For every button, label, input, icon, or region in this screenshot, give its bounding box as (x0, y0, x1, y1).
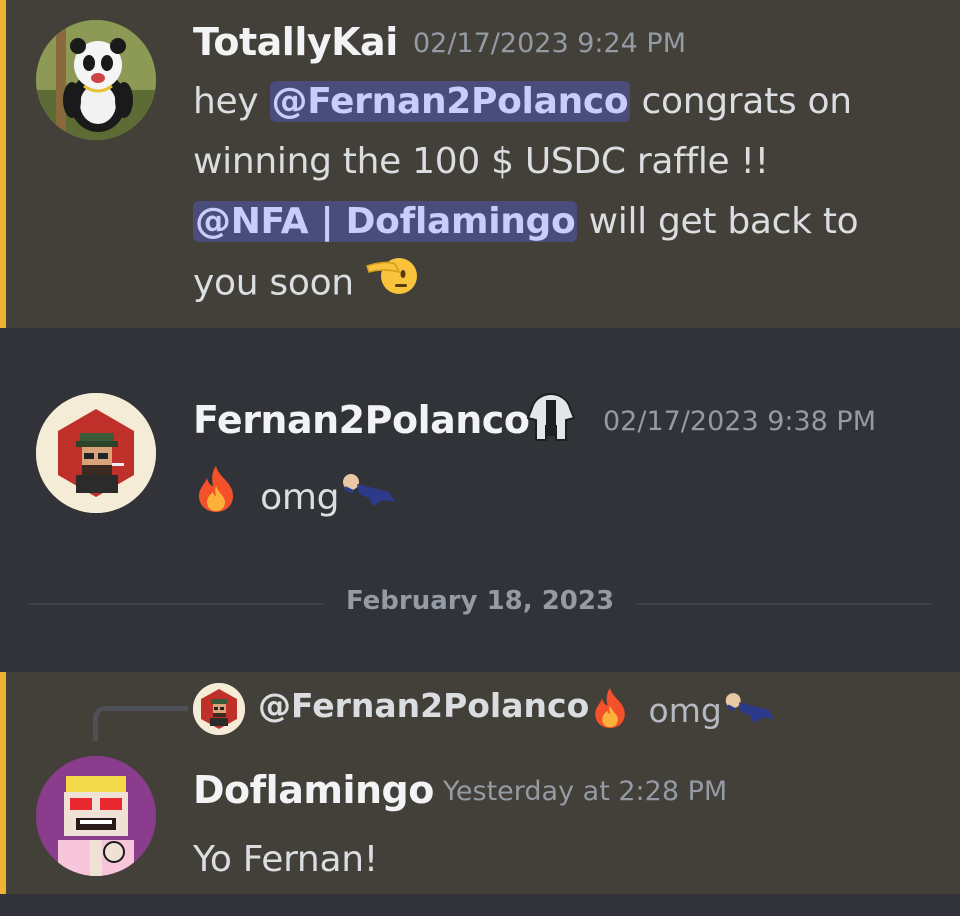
mention-doflamingo[interactable]: @NFA | Doflamingo (193, 201, 578, 242)
pixel-character-avatar-icon (193, 683, 245, 735)
doflamingo-avatar-icon (36, 756, 156, 876)
date-divider-label: February 18, 2023 (345, 586, 615, 616)
message-totallykai: TotallyKai 02/17/2023 9:24 PM hey @Ferna… (0, 0, 960, 328)
mention-fernan2polanco[interactable]: @Fernan2Polanco (269, 81, 631, 122)
timestamp: 02/17/2023 9:38 PM (603, 406, 876, 437)
message-fernan2polanco: Fernan2Polanco 02/17/2023 9:38 PM omg (0, 328, 960, 568)
date-divider-line-left (28, 603, 324, 605)
date-divider-line-right (636, 603, 932, 605)
fire-icon (590, 686, 630, 738)
panda-avatar-icon (36, 20, 156, 140)
reply-avatar[interactable] (193, 683, 245, 735)
avatar-doflamingo[interactable] (36, 756, 156, 876)
username[interactable]: Fernan2Polanco (193, 398, 530, 442)
saluting-face-icon (365, 252, 419, 317)
message-text: omg (260, 476, 340, 518)
server-badge-icon[interactable] (524, 390, 578, 450)
timestamp: Yesterday at 2:28 PM (443, 776, 728, 807)
reply-preview[interactable]: omg (590, 686, 778, 738)
reply-preview-text: omg (648, 690, 722, 730)
pixel-character-avatar-icon (36, 393, 156, 513)
message-content: omg (193, 464, 893, 533)
fire-icon (193, 464, 239, 533)
message-text: Yo Fernan! (193, 839, 378, 880)
message-content: hey @Fernan2Polanco congrats on winning … (193, 72, 933, 317)
sleeping-person-sticker-icon (722, 689, 778, 735)
avatar-totallykai[interactable] (36, 20, 156, 140)
sleeping-person-sticker-icon (339, 469, 399, 529)
avatar-fernan2polanco[interactable] (36, 393, 156, 513)
username[interactable]: Doflamingo (193, 768, 434, 812)
reply-username[interactable]: @Fernan2Polanco (258, 686, 589, 725)
timestamp: 02/17/2023 9:24 PM (413, 28, 686, 59)
message-text: hey (193, 81, 270, 122)
message-content: Yo Fernan! (193, 830, 893, 890)
username[interactable]: TotallyKai (193, 20, 398, 64)
reply-spine (93, 706, 188, 741)
